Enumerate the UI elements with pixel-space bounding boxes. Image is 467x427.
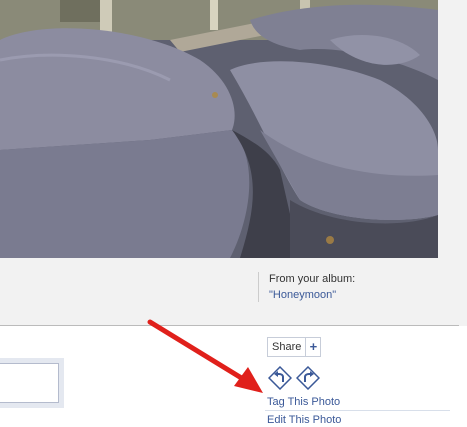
- rotate-right-icon[interactable]: [296, 366, 320, 390]
- album-info: From your album: "Honeymoon": [258, 272, 355, 302]
- action-divider: [265, 410, 450, 411]
- photo-rocks-image: [0, 0, 438, 258]
- tag-photo-link[interactable]: Tag This Photo: [267, 395, 340, 409]
- comment-input[interactable]: [0, 363, 59, 403]
- share-button[interactable]: Share +: [267, 337, 322, 357]
- album-link[interactable]: "Honeymoon": [269, 288, 355, 302]
- share-label: Share: [268, 338, 307, 356]
- rotate-controls: [268, 366, 320, 390]
- photo[interactable]: [0, 0, 438, 258]
- album-label: From your album:: [269, 273, 356, 285]
- share-plus-icon[interactable]: +: [306, 338, 320, 356]
- rotate-left-icon[interactable]: [268, 366, 292, 390]
- divider: [0, 325, 459, 326]
